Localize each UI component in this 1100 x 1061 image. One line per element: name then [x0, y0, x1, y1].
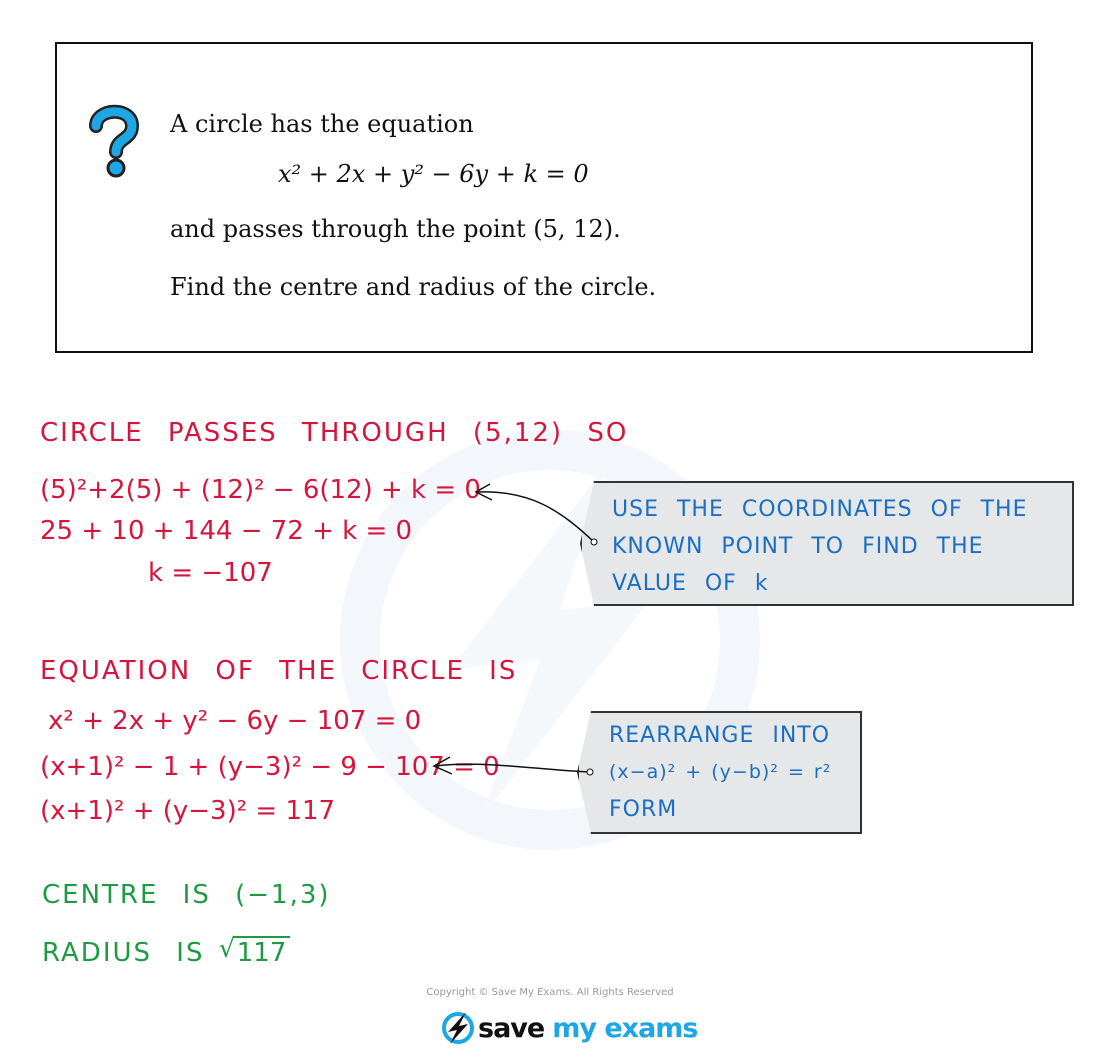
- copyright: Copyright © Save My Exams. All Rights Re…: [426, 987, 674, 998]
- lightning-logo-icon: [442, 1012, 474, 1044]
- radius-value: 117: [236, 938, 287, 968]
- sqrt-icon: √: [218, 934, 238, 964]
- answer-centre: CENTRE IS (−1,3): [42, 880, 331, 910]
- logo-save: save: [478, 1012, 545, 1044]
- save-my-exams-logo: save my exams: [440, 1010, 699, 1046]
- answer-radius: RADIUS IS √ 117: [42, 934, 291, 968]
- radius-label: RADIUS IS: [42, 938, 205, 968]
- logo-my-exams: my exams: [552, 1012, 698, 1044]
- radius-sqrt: √ 117: [219, 934, 291, 968]
